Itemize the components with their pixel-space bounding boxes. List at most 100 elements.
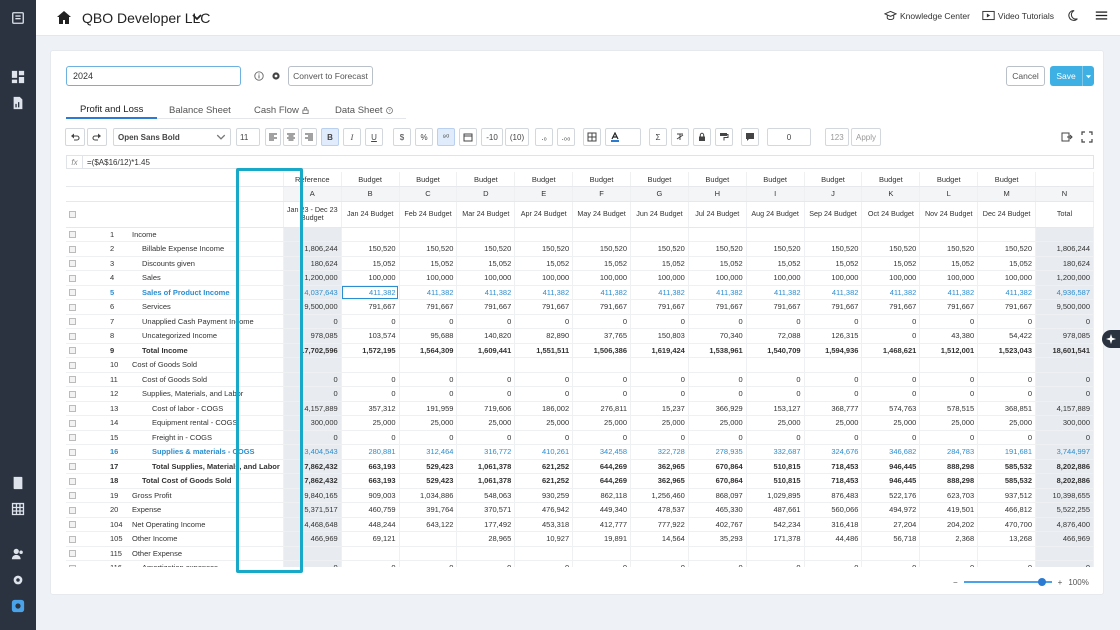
- table-cell[interactable]: 791,667: [688, 299, 747, 315]
- table-cell[interactable]: 103,574: [341, 328, 400, 344]
- row-label-cell[interactable]: 4 Sales: [66, 270, 284, 286]
- table-cell[interactable]: [399, 227, 458, 242]
- table-cell[interactable]: [341, 357, 400, 373]
- table-cell[interactable]: 0: [919, 314, 979, 329]
- info-icon[interactable]: [254, 71, 264, 81]
- table-cell[interactable]: 777,922: [630, 517, 689, 532]
- tab-data-sheet[interactable]: Data Sheet ?: [335, 101, 393, 119]
- table-row[interactable]: 7 Unapplied Cash Payment Income 0 0 0 0 0 0 0 0 0 0…: [66, 314, 1094, 329]
- column-letter[interactable]: N: [1035, 186, 1094, 202]
- table-row[interactable]: 15 Freight in - COGS 0 0 0 0 0 0 0 0 0 0 0 0 0 0: [66, 430, 1094, 445]
- font-size-stepper[interactable]: 11: [236, 128, 260, 146]
- reports-icon[interactable]: [9, 94, 27, 112]
- table-cell[interactable]: 0: [514, 560, 574, 567]
- column-letter[interactable]: C: [399, 186, 458, 202]
- table-cell[interactable]: 1,619,424: [630, 343, 689, 358]
- table-cell[interactable]: 4,157,889: [283, 401, 342, 416]
- users-icon[interactable]: [9, 545, 27, 563]
- dark-mode-moon-icon[interactable]: [1066, 9, 1079, 22]
- column-header[interactable]: Feb 24 Budget: [399, 201, 458, 228]
- table-cell[interactable]: 346,682: [861, 444, 921, 460]
- table-cell[interactable]: 150,520: [746, 241, 805, 257]
- table-cell[interactable]: 1,551,511: [514, 343, 574, 358]
- table-cell[interactable]: 510,815: [746, 459, 805, 474]
- column-letter[interactable]: E: [514, 186, 574, 202]
- table-row[interactable]: 16 Supplies & materials - COGS 3,404,543 28…: [66, 444, 1094, 460]
- table-cell[interactable]: 1,806,244: [283, 241, 342, 257]
- budget-type-label[interactable]: Budget: [514, 172, 574, 187]
- table-cell[interactable]: 0: [688, 386, 747, 402]
- table-row[interactable]: 9 Total Income 17,702,596 1,572,195 1,564,30…: [66, 343, 1094, 358]
- table-cell[interactable]: 150,520: [572, 241, 631, 257]
- table-cell[interactable]: [861, 357, 921, 373]
- table-cell[interactable]: 0: [977, 372, 1037, 387]
- tab-cash-flow[interactable]: Cash Flow: [254, 101, 309, 119]
- tab-profit-and-loss[interactable]: Profit and Loss: [66, 101, 158, 119]
- format-painter-button[interactable]: [715, 128, 733, 146]
- table-cell[interactable]: 9,840,165: [283, 488, 342, 503]
- row-label-cell[interactable]: 9 Total Income: [66, 343, 284, 358]
- table-cell[interactable]: 25,000: [572, 415, 631, 431]
- table-cell[interactable]: 15,052: [399, 256, 458, 271]
- row-label-cell[interactable]: 105 Other Income: [66, 531, 284, 547]
- table-cell[interactable]: 791,667: [919, 299, 979, 315]
- table-cell[interactable]: 0: [861, 560, 921, 567]
- table-cell[interactable]: 0: [977, 386, 1037, 402]
- table-cell[interactable]: 718,453: [804, 473, 863, 489]
- font-family-select[interactable]: Open Sans Bold: [113, 128, 231, 146]
- table-cell[interactable]: 100,000: [861, 270, 921, 286]
- table-cell[interactable]: 15,052: [341, 256, 400, 271]
- zoom-out-icon[interactable]: −: [953, 578, 958, 587]
- table-cell[interactable]: 9,500,000: [1035, 299, 1094, 315]
- table-cell[interactable]: [977, 227, 1037, 242]
- table-cell[interactable]: 0: [1035, 560, 1094, 567]
- table-cell[interactable]: 465,330: [688, 502, 747, 518]
- zoom-slider[interactable]: [963, 578, 1052, 586]
- table-cell[interactable]: 0: [861, 328, 921, 344]
- row-label-cell[interactable]: 18 Total Cost of Goods Sold: [66, 473, 284, 489]
- table-cell[interactable]: [919, 546, 979, 561]
- row-checkbox[interactable]: [69, 376, 76, 384]
- table-cell[interactable]: 15,237: [630, 401, 689, 416]
- table-cell[interactable]: 15,052: [861, 256, 921, 271]
- table-cell[interactable]: 0: [283, 430, 342, 445]
- column-header[interactable]: Oct 24 Budget: [861, 201, 921, 228]
- italic-button[interactable]: I: [343, 128, 361, 146]
- table-cell[interactable]: 4,037,643: [283, 285, 342, 300]
- table-cell[interactable]: 3,404,543: [283, 444, 342, 460]
- table-row[interactable]: 104 Net Operating Income 4,468,648 448,244 6…: [66, 517, 1094, 532]
- table-cell[interactable]: 663,193: [341, 473, 400, 489]
- table-cell[interactable]: 19,891: [572, 531, 631, 547]
- table-row[interactable]: 13 Cost of labor - COGS 4,157,889 357,312 19…: [66, 401, 1094, 416]
- table-cell[interactable]: [283, 546, 342, 561]
- book-icon[interactable]: [9, 474, 27, 492]
- hamburger-menu-icon[interactable]: [1095, 9, 1108, 22]
- table-cell[interactable]: [341, 546, 400, 561]
- row-checkbox[interactable]: [69, 434, 76, 442]
- table-cell[interactable]: 366,929: [688, 401, 747, 416]
- table-cell[interactable]: [341, 227, 400, 242]
- table-cell[interactable]: 0: [572, 314, 631, 329]
- table-cell[interactable]: 946,445: [861, 459, 921, 474]
- table-cell[interactable]: 0: [456, 430, 516, 445]
- table-cell[interactable]: 391,764: [399, 502, 458, 518]
- table-cell[interactable]: 0: [341, 372, 400, 387]
- table-cell[interactable]: 402,767: [688, 517, 747, 532]
- table-cell[interactable]: 0: [746, 314, 805, 329]
- table-cell[interactable]: 0: [399, 560, 458, 567]
- table-cell[interactable]: 300,000: [283, 415, 342, 431]
- table-cell[interactable]: 466,969: [283, 531, 342, 547]
- table-cell[interactable]: 0: [919, 372, 979, 387]
- table-cell[interactable]: 0: [399, 430, 458, 445]
- table-cell[interactable]: 791,667: [804, 299, 863, 315]
- table-cell[interactable]: 100,000: [399, 270, 458, 286]
- table-cell[interactable]: 0: [804, 560, 863, 567]
- table-cell[interactable]: 670,864: [688, 473, 747, 489]
- column-header[interactable]: Total: [1035, 201, 1094, 228]
- table-cell[interactable]: 100,000: [977, 270, 1037, 286]
- table-cell[interactable]: 411,382: [630, 285, 689, 300]
- table-cell[interactable]: 930,259: [514, 488, 574, 503]
- table-cell[interactable]: 25,000: [977, 415, 1037, 431]
- row-checkbox[interactable]: [69, 405, 76, 413]
- table-cell[interactable]: 466,812: [977, 502, 1037, 518]
